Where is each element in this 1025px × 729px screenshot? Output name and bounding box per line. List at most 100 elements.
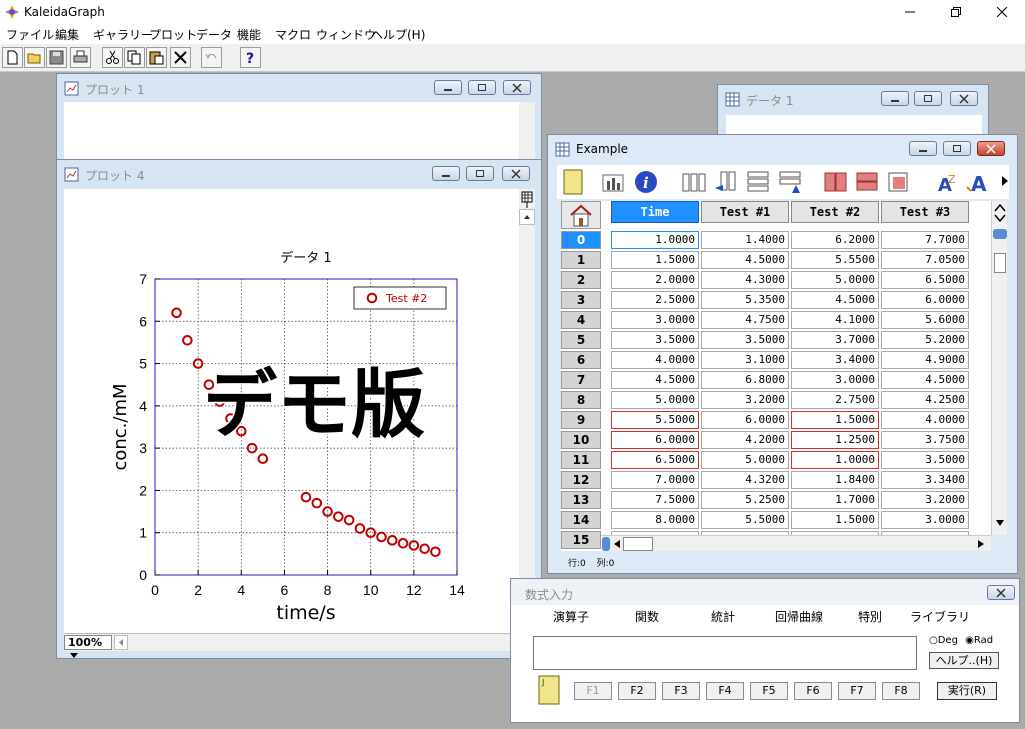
table-cell[interactable]: 4.3200 <box>701 471 789 489</box>
table-cell[interactable]: 7.7000 <box>881 231 969 249</box>
table-cell[interactable]: 4.2500 <box>881 391 969 409</box>
grid-vertical-scrollbar[interactable] <box>991 201 1007 535</box>
h-scroll-thumb[interactable] <box>623 537 653 551</box>
f4-button[interactable]: F4 <box>706 682 744 700</box>
tab-library[interactable]: ライブラリ <box>910 608 970 625</box>
menu-data[interactable]: データ <box>196 26 232 43</box>
tab-special[interactable]: 特別 <box>858 608 882 625</box>
row-header[interactable]: 8 <box>561 391 601 409</box>
menu-file[interactable]: ファイル <box>6 26 54 43</box>
plot4-close-button[interactable] <box>502 166 530 181</box>
row-header[interactable]: 15 <box>561 531 601 549</box>
scroll-left-button[interactable] <box>114 635 128 650</box>
table-cell[interactable]: 4.2000 <box>701 431 789 449</box>
font-icon[interactable]: A <box>965 169 991 195</box>
table-cell[interactable]: 5.2000 <box>881 331 969 349</box>
table-cell[interactable]: 6.2000 <box>791 231 879 249</box>
row-header[interactable]: 6 <box>561 351 601 369</box>
table-cell[interactable]: 3.0000 <box>791 371 879 389</box>
statistics-icon[interactable] <box>601 169 627 195</box>
column-header[interactable]: Test #2 <box>791 201 879 223</box>
table-cell[interactable]: 3.1000 <box>701 351 789 369</box>
example-close-button[interactable] <box>977 141 1005 156</box>
menu-plot[interactable]: プロット <box>149 26 197 43</box>
f6-button[interactable]: F6 <box>794 682 832 700</box>
tab-operators[interactable]: 演算子 <box>553 608 589 625</box>
cut-button[interactable] <box>102 47 123 68</box>
table-cell[interactable]: 1.2500 <box>791 431 879 449</box>
open-button[interactable] <box>24 47 45 68</box>
row-header[interactable]: 3 <box>561 291 601 309</box>
row-header[interactable]: 5 <box>561 331 601 349</box>
table-cell[interactable]: 5.5000 <box>611 411 699 429</box>
table-cell[interactable]: 3.7000 <box>791 331 879 349</box>
table-cell[interactable]: 3.2000 <box>701 391 789 409</box>
plot1-minimize-button[interactable] <box>434 80 462 95</box>
table-cell[interactable]: 4.9000 <box>881 351 969 369</box>
plot1-window[interactable]: プロット 1 <box>56 73 542 173</box>
example-minimize-button[interactable] <box>909 141 937 156</box>
row-header[interactable]: 14 <box>561 511 601 529</box>
deg-radio[interactable]: ○Deg <box>929 635 958 646</box>
plot4-window[interactable]: プロット 4 0 2 4 6 8 10 12 14 0 1 2 3 4 5 6 7 データ 1 time/s con… <box>56 159 542 659</box>
table-cell[interactable]: 4.0000 <box>881 411 969 429</box>
example-title-bar[interactable]: Example <box>548 135 1017 163</box>
data1-title-bar[interactable]: データ 1 <box>718 85 988 113</box>
table-cell[interactable]: 3.0000 <box>881 511 969 529</box>
table-cell[interactable]: 5.5000 <box>701 511 789 529</box>
table-cell[interactable]: 1.5000 <box>611 251 699 269</box>
table-cell[interactable]: 1.0000 <box>611 231 699 249</box>
menu-macro[interactable]: マクロ <box>275 26 311 43</box>
print-button[interactable] <box>70 47 91 68</box>
help-button[interactable]: ? <box>240 47 261 68</box>
plot4-title-bar[interactable]: プロット 4 <box>57 160 541 188</box>
formula-close-button[interactable] <box>987 585 1015 600</box>
column-header[interactable]: Test #1 <box>701 201 789 223</box>
notebook-icon[interactable] <box>563 169 583 195</box>
formula-input[interactable] <box>533 636 917 670</box>
tab-statistics[interactable]: 統計 <box>711 608 735 625</box>
table-cell[interactable]: 4.1000 <box>791 311 879 329</box>
f2-button[interactable]: F2 <box>618 682 656 700</box>
save-button[interactable] <box>46 47 67 68</box>
data1-maximize-button[interactable] <box>914 91 942 106</box>
table-cell[interactable]: 6.5000 <box>881 271 969 289</box>
data1-close-button[interactable] <box>950 91 978 106</box>
plot1-maximize-button[interactable] <box>468 80 496 95</box>
rad-radio[interactable]: ◉Rad <box>965 635 993 646</box>
sort-ascending-icon[interactable]: AZ <box>935 169 961 195</box>
table-cell[interactable]: 5.0000 <box>791 271 879 289</box>
table-cell[interactable]: 5.2500 <box>701 491 789 509</box>
delete-button[interactable] <box>170 47 191 68</box>
run-button[interactable]: 実行(R) <box>937 682 997 700</box>
insert-column-icon[interactable] <box>681 169 707 195</box>
menu-window[interactable]: ウィンドウ <box>316 26 376 43</box>
table-cell[interactable]: 3.5000 <box>881 451 969 469</box>
table-cell[interactable]: 5.0000 <box>611 391 699 409</box>
table-cell[interactable]: 3.5000 <box>701 331 789 349</box>
row-header[interactable]: 11 <box>561 451 601 469</box>
table-cell[interactable]: 3.2000 <box>881 491 969 509</box>
h-split-handle[interactable] <box>602 537 610 551</box>
formula-window[interactable]: 数式入力 演算子 関数 統計 回帰曲線 特別 ライブラリ ○Deg ◉Rad ヘ… <box>510 578 1020 723</box>
table-cell[interactable]: 6.0000 <box>701 411 789 429</box>
table-cell[interactable]: 6.8000 <box>701 371 789 389</box>
info-icon[interactable]: i <box>633 169 659 195</box>
grid-horizontal-scrollbar[interactable] <box>601 535 991 551</box>
mask-icon[interactable] <box>887 169 913 195</box>
example-maximize-button[interactable] <box>943 141 971 156</box>
f7-button[interactable]: F7 <box>838 682 876 700</box>
table-cell[interactable]: 1.8400 <box>791 471 879 489</box>
menu-help[interactable]: ヘルプ(H) <box>371 26 425 43</box>
move-column-left-icon[interactable] <box>713 169 739 195</box>
chevron-right-icon[interactable] <box>1001 175 1009 187</box>
table-cell[interactable]: 4.5000 <box>881 371 969 389</box>
table-cell[interactable]: 3.3400 <box>881 471 969 489</box>
table-cell[interactable]: 1.4000 <box>701 231 789 249</box>
table-cell[interactable]: 8.0000 <box>611 511 699 529</box>
data1-minimize-button[interactable] <box>881 91 909 106</box>
table-cell[interactable]: 7.0000 <box>611 471 699 489</box>
table-cell[interactable]: 2.5000 <box>611 291 699 309</box>
row-header[interactable]: 1 <box>561 251 601 269</box>
sort-rows-icon[interactable] <box>855 169 881 195</box>
